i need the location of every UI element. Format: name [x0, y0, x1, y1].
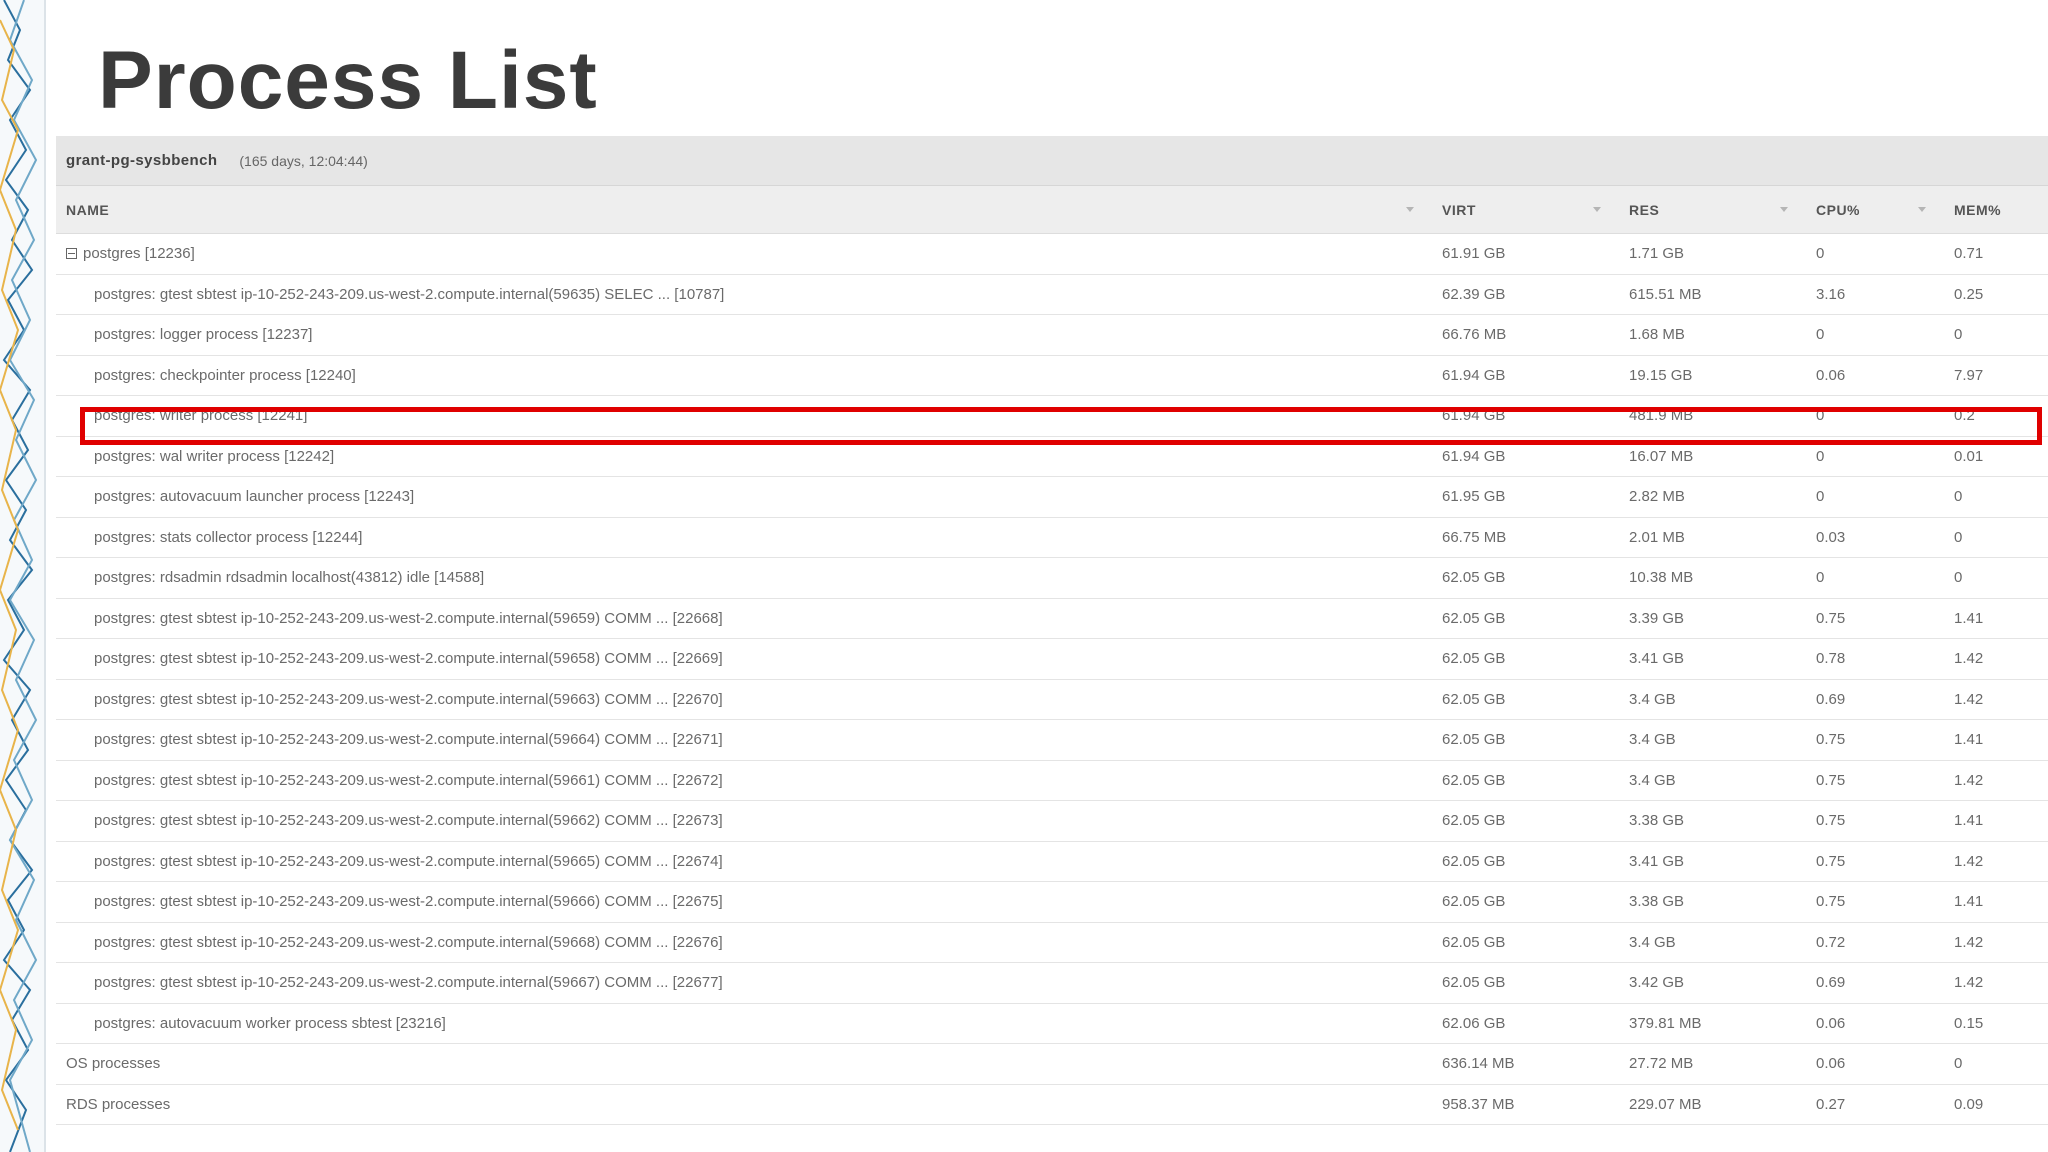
table-row[interactable]: postgres: rdsadmin rdsadmin localhost(43…: [56, 558, 2048, 599]
table-row[interactable]: postgres: writer process [12241] 61.94 G…: [56, 396, 2048, 437]
table-row[interactable]: postgres: gtest sbtest ip-10-252-243-209…: [56, 963, 2048, 1004]
table-row[interactable]: postgres: logger process [12237] 66.76 M…: [56, 315, 2048, 356]
table-row[interactable]: postgres: gtest sbtest ip-10-252-243-209…: [56, 842, 2048, 882]
column-header-mem[interactable]: MEM%: [1938, 202, 2048, 218]
sort-arrow-icon[interactable]: [1593, 206, 1601, 212]
column-header-res[interactable]: RES: [1613, 202, 1800, 218]
server-header: grant-pg-sysbbench (165 days, 12:04:44): [56, 136, 2048, 186]
table-header: NAME VIRT RES CPU% MEM%: [56, 186, 2048, 234]
table-row[interactable]: postgres: wal writer process [12242] 61.…: [56, 437, 2048, 477]
table-row-rds-processes[interactable]: RDS processes 958.37 MB 229.07 MB 0.27 0…: [56, 1085, 2048, 1125]
server-uptime: (165 days, 12:04:44): [239, 152, 368, 169]
sort-arrow-icon[interactable]: [1918, 206, 1926, 212]
table-row[interactable]: postgres: gtest sbtest ip-10-252-243-209…: [56, 761, 2048, 801]
table-row-highlighted[interactable]: postgres: gtest sbtest ip-10-252-243-209…: [56, 275, 2048, 315]
table-row-os-processes[interactable]: OS processes 636.14 MB 27.72 MB 0.06 0: [56, 1044, 2048, 1085]
page-title: Process List: [98, 35, 598, 126]
table-row[interactable]: postgres: gtest sbtest ip-10-252-243-209…: [56, 720, 2048, 761]
table-row[interactable]: postgres: autovacuum launcher process [1…: [56, 477, 2048, 518]
table-row[interactable]: postgres: gtest sbtest ip-10-252-243-209…: [56, 599, 2048, 639]
table-row[interactable]: postgres: stats collector process [12244…: [56, 518, 2048, 558]
table-row[interactable]: postgres: gtest sbtest ip-10-252-243-209…: [56, 882, 2048, 923]
circuit-pattern-icon: [0, 0, 38, 1152]
column-header-virt[interactable]: VIRT: [1426, 202, 1613, 218]
table-row[interactable]: postgres: gtest sbtest ip-10-252-243-209…: [56, 680, 2048, 720]
table-row-postgres-parent[interactable]: postgres [12236] 61.91 GB 1.71 GB 0 0.71: [56, 234, 2048, 275]
server-name: grant-pg-sysbbench: [66, 152, 218, 169]
table-row[interactable]: postgres: gtest sbtest ip-10-252-243-209…: [56, 923, 2048, 963]
process-list-panel: grant-pg-sysbbench (165 days, 12:04:44) …: [56, 136, 2048, 1152]
table-row[interactable]: postgres: gtest sbtest ip-10-252-243-209…: [56, 639, 2048, 680]
collapse-minus-icon[interactable]: [66, 248, 77, 260]
table-row[interactable]: postgres: autovacuum worker process sbte…: [56, 1004, 2048, 1044]
table-row[interactable]: postgres: checkpointer process [12240] 6…: [56, 356, 2048, 396]
column-header-name[interactable]: NAME: [56, 202, 1426, 218]
sort-arrow-icon[interactable]: [1780, 206, 1788, 212]
sort-arrow-icon[interactable]: [1406, 206, 1414, 212]
decorative-left-strip: [0, 0, 46, 1152]
column-header-cpu[interactable]: CPU%: [1800, 202, 1938, 218]
table-row[interactable]: postgres: gtest sbtest ip-10-252-243-209…: [56, 801, 2048, 842]
